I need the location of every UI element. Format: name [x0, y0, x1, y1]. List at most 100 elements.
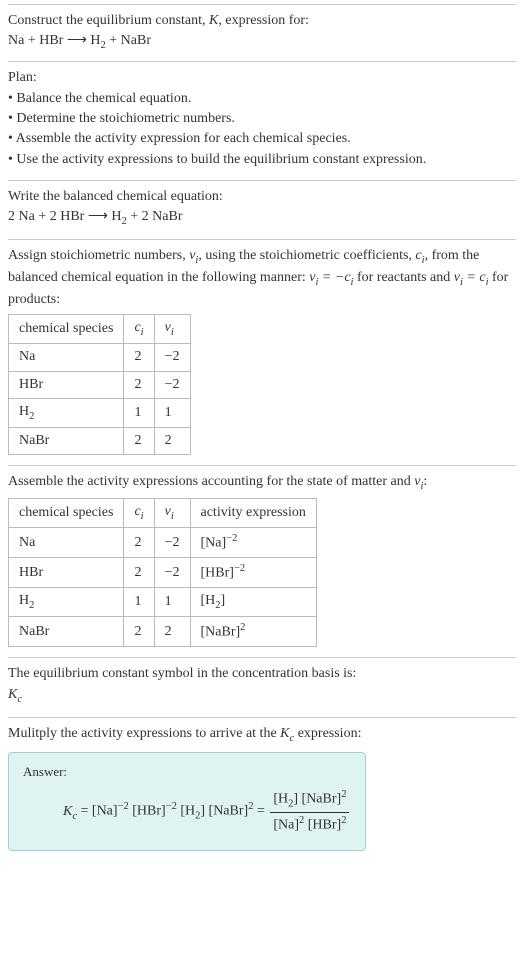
kc-symbol: Kc — [8, 685, 516, 707]
h2sub: 2 — [29, 411, 34, 422]
kc-symbol-text: The equilibrium constant symbol in the c… — [8, 664, 516, 684]
table-row: NaBr 2 2 — [9, 428, 191, 455]
col-ci: ci — [124, 315, 154, 344]
c-i: ci — [415, 248, 424, 263]
cell-v: 2 — [154, 428, 190, 455]
bal-eq-a: 2 Na + 2 HBr ⟶ H — [8, 209, 122, 224]
K2: K — [280, 726, 289, 741]
K3: K — [63, 804, 72, 819]
minus: = − — [318, 270, 344, 285]
balanced-equation: 2 Na + 2 HBr ⟶ H2 + 2 NaBr — [8, 207, 516, 229]
table-row: HBr 2 −2 [HBr]−2 — [9, 558, 317, 588]
col-activity: activity expression — [190, 499, 316, 528]
cell-sp: H2 — [9, 399, 124, 428]
eq-part-a: Na + HBr ⟶ H — [8, 33, 101, 48]
h2: H — [19, 404, 29, 419]
cell-c: 2 — [124, 371, 154, 398]
col-vi: νi — [154, 499, 190, 528]
a2exp: −2 — [234, 563, 245, 574]
eq-mid2a: [H — [177, 804, 195, 819]
intro-block: Construct the equilibrium constant, K, e… — [8, 4, 516, 61]
cell-sp: HBr — [9, 371, 124, 398]
eq-mid2b: ] [NaBr] — [200, 804, 248, 819]
answer-equation: Kc = [Na]−2 [HBr]−2 [H2] [NaBr]2 = [H2] … — [23, 787, 351, 836]
answer-box: Answer: Kc = [Na]−2 [HBr]−2 [H2] [NaBr]2… — [8, 752, 366, 851]
assign-block: Assign stoichiometric numbers, νi, using… — [8, 239, 516, 465]
cell-sp: HBr — [9, 558, 124, 588]
assign-b: , using the stoichiometric coefficients, — [198, 248, 415, 263]
numerator: [H2] [NaBr]2 — [270, 787, 349, 813]
balanced-heading: Write the balanced chemical equation: — [8, 187, 516, 207]
h-ci-sub: i — [141, 327, 144, 338]
nu-eq-neg-c: νi = −ci — [309, 270, 353, 285]
assign-a: Assign stoichiometric numbers, — [8, 248, 189, 263]
a2: [HBr] — [201, 566, 234, 581]
cell-c: 2 — [124, 617, 154, 647]
a1: [Na] — [201, 536, 227, 551]
eq-equals: = — [253, 804, 268, 819]
kc-symbol-block: The equilibrium constant symbol in the c… — [8, 657, 516, 716]
activity-block: Assemble the activity expressions accoun… — [8, 465, 516, 657]
plan-bullet-3: • Assemble the activity expression for e… — [8, 129, 516, 149]
col-vi: νi — [154, 315, 190, 344]
a4exp: 2 — [240, 622, 245, 633]
table-row: NaBr 2 2 [NaBr]2 — [9, 617, 317, 647]
h2b: H — [19, 593, 29, 608]
a3: [H — [201, 593, 216, 608]
cell-c: 2 — [124, 558, 154, 588]
balanced-block: Write the balanced chemical equation: 2 … — [8, 180, 516, 239]
table-row: Na 2 −2 [Na]−2 — [9, 528, 317, 558]
plan-heading: Plan: — [8, 68, 516, 88]
num-b: ] [NaBr] — [293, 792, 341, 807]
num-a: [H — [273, 792, 288, 807]
cell-c: 1 — [124, 399, 154, 428]
a3b: ] — [221, 593, 226, 608]
plan-block: Plan: • Balance the chemical equation. •… — [8, 61, 516, 179]
cell-v: 1 — [154, 399, 190, 428]
intro-line: Construct the equilibrium constant, K, e… — [8, 11, 516, 31]
cell-c: 2 — [124, 428, 154, 455]
cell-c: 1 — [124, 588, 154, 617]
col-species: chemical species — [9, 499, 124, 528]
eq-part-b: + NaBr — [106, 33, 151, 48]
cell-sp: Na — [9, 528, 124, 558]
answer-label: Answer: — [23, 763, 351, 782]
cell-act: [Na]−2 — [190, 528, 316, 558]
cell-c: 2 — [124, 344, 154, 371]
h-vi-sub: i — [171, 327, 174, 338]
nu-i: νi — [189, 248, 198, 263]
h2-ci-sub: i — [141, 511, 144, 522]
col-ci: ci — [124, 499, 154, 528]
act-b: : — [423, 474, 427, 489]
K: K — [8, 687, 17, 702]
activity-text: Assemble the activity expressions accoun… — [8, 472, 516, 494]
den-a: [Na] — [273, 818, 299, 833]
a1exp: −2 — [226, 533, 237, 544]
cell-act: [H2] — [190, 588, 316, 617]
h2-vi-sub: i — [171, 511, 174, 522]
nu-eq-c: νi = ci — [454, 270, 489, 285]
eq-mid1: [HBr] — [129, 804, 166, 819]
table-row: Na 2 −2 — [9, 344, 191, 371]
activity-table: chemical species ci νi activity expressi… — [8, 498, 317, 647]
exp2: −2 — [166, 801, 177, 812]
bal-eq-b: + 2 NaBr — [127, 209, 183, 224]
plan-bullet-4: • Use the activity expressions to build … — [8, 150, 516, 170]
final-block: Mulitply the activity expressions to arr… — [8, 717, 516, 861]
eq-lhs: = [Na] — [77, 804, 118, 819]
k-symbol: K — [209, 13, 218, 28]
table-row: chemical species ci νi activity expressi… — [9, 499, 317, 528]
den-b: [HBr] — [304, 818, 341, 833]
cell-v: −2 — [154, 558, 190, 588]
h2bsub: 2 — [29, 600, 34, 611]
plan-bullet-2: • Determine the stoichiometric numbers. — [8, 109, 516, 129]
assign-text: Assign stoichiometric numbers, νi, using… — [8, 246, 516, 310]
cell-act: [HBr]−2 — [190, 558, 316, 588]
final-a: Mulitply the activity expressions to arr… — [8, 726, 280, 741]
kc3: Kc — [63, 804, 77, 819]
cell-sp: NaBr — [9, 617, 124, 647]
intro-text-a: Construct the equilibrium constant, — [8, 13, 209, 28]
final-text: Mulitply the activity expressions to arr… — [8, 724, 516, 746]
plan-bullet-1: • Balance the chemical equation. — [8, 89, 516, 109]
col-species: chemical species — [9, 315, 124, 344]
